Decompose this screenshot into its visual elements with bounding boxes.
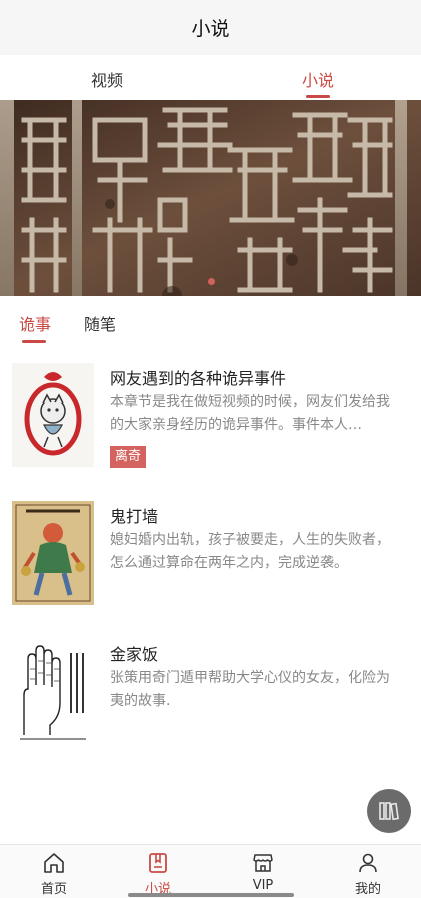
tab-novel[interactable]: 小说 xyxy=(288,67,348,91)
tab-category-strange[interactable]: 诡事 xyxy=(19,311,51,335)
active-tab-indicator xyxy=(306,95,330,98)
tab-mine-label: 我的 xyxy=(354,882,381,897)
category-tabs: 诡事 随笔 xyxy=(0,296,421,348)
palm-diagram-icon xyxy=(12,639,94,743)
cover-thumbnail xyxy=(12,639,94,743)
banner-image xyxy=(0,100,421,296)
list-item[interactable]: 金家饭 张策用奇门遁甲帮助大学心仪的女友，化险为夷的故事. xyxy=(0,624,421,754)
bookshelf-icon xyxy=(379,802,399,821)
cover-thumbnail xyxy=(12,363,94,467)
navigation-bar: 小说 xyxy=(0,0,421,55)
tab-novel-bottom[interactable]: 小说 xyxy=(128,851,188,897)
list-item[interactable]: 鬼打墙 媳妇婚内出轨，孩子被要走，人生的失败者，怎么通过算命在两年之内，完成逆袭… xyxy=(0,486,421,616)
page-title: 小说 xyxy=(191,18,230,40)
list-item[interactable]: 网友遇到的各种诡异事件 本章节是我在做短视频的时候，网友们发给我的大家亲身经历的… xyxy=(0,348,421,478)
carousel-dot-active[interactable] xyxy=(208,278,215,285)
item-title: 鬼打墙 xyxy=(110,507,159,526)
book-icon xyxy=(149,853,167,873)
item-description: 张策用奇门遁甲帮助大学心仪的女友，化险为夷的故事. xyxy=(110,670,390,709)
cover-thumbnail xyxy=(12,501,94,605)
folk-god-icon xyxy=(12,501,94,605)
tab-vip[interactable]: VIP xyxy=(233,851,293,893)
store-icon xyxy=(253,854,273,872)
cat-charm-icon xyxy=(12,363,94,467)
genre-tag: 离奇 xyxy=(110,446,147,468)
bottom-tab-bar: 首页 小说 VIP 我的 xyxy=(0,844,421,898)
item-description: 媳妇婚内出轨，孩子被要走，人生的失败者，怎么通过算命在两年之内，完成逆袭。 xyxy=(110,532,390,571)
tab-home[interactable]: 首页 xyxy=(24,851,84,897)
home-indicator xyxy=(128,893,294,897)
tab-mine[interactable]: 我的 xyxy=(338,851,398,897)
tab-video[interactable]: 视频 xyxy=(77,67,137,91)
tab-category-essay[interactable]: 随笔 xyxy=(84,311,116,335)
tab-home-label: 首页 xyxy=(40,882,67,897)
tab-vip-label: VIP xyxy=(252,878,274,893)
bookshelf-button[interactable] xyxy=(367,789,411,833)
user-icon xyxy=(359,853,377,873)
item-title: 金家饭 xyxy=(110,645,159,664)
item-title: 网友遇到的各种诡异事件 xyxy=(110,369,287,388)
home-icon xyxy=(44,853,64,873)
top-tabs: 视频 小说 xyxy=(0,55,421,100)
banner-carousel[interactable] xyxy=(0,100,421,296)
item-description: 本章节是我在做短视频的时候，网友们发给我的大家亲身经历的诡异事件。事件本人… xyxy=(110,394,390,433)
active-category-indicator xyxy=(22,340,46,343)
